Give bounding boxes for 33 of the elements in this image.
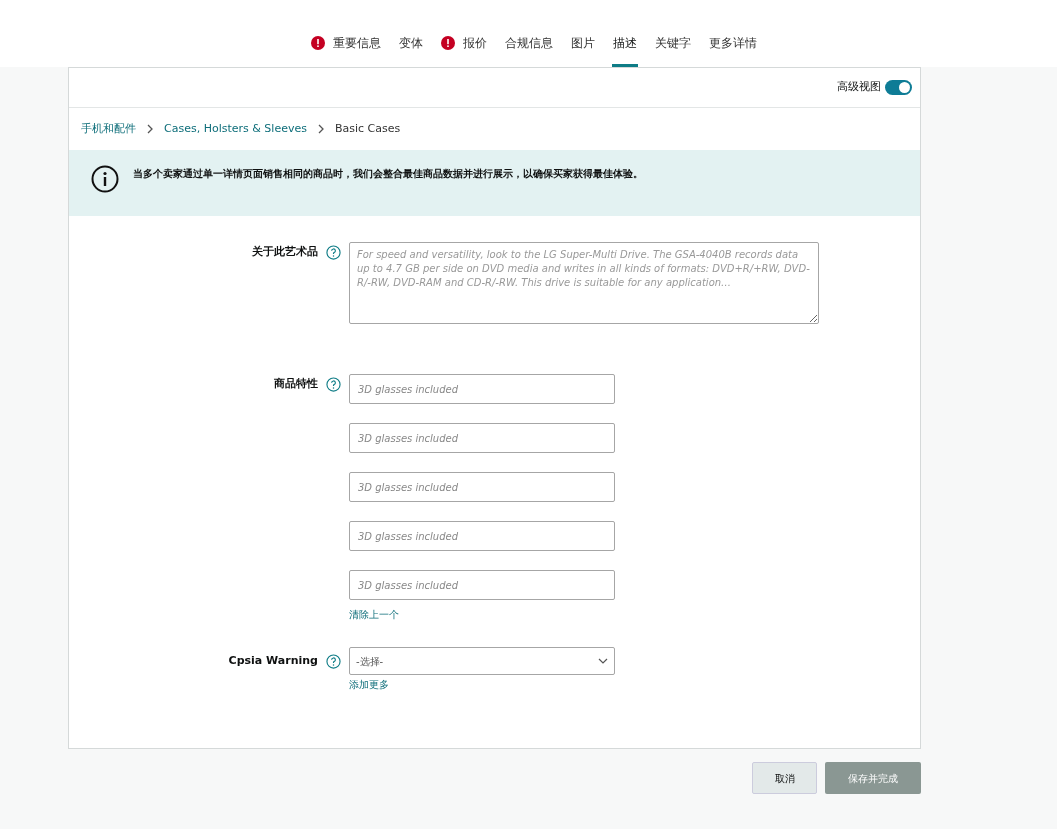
field-label: 商品特性 xyxy=(274,375,318,392)
field-label: 关于此艺术品 xyxy=(252,243,318,260)
tab[interactable]: 图片 xyxy=(569,21,596,67)
breadcrumb-link[interactable]: 手机和配件 xyxy=(81,120,136,138)
add-more-link[interactable]: 添加更多 xyxy=(349,677,389,692)
feature-input[interactable]: 3D glasses included xyxy=(349,374,615,404)
info-icon xyxy=(91,165,119,193)
breadcrumb-link[interactable]: Cases, Holsters & Sleeves xyxy=(164,120,307,138)
feature-input[interactable]: 3D glasses included xyxy=(349,472,615,502)
tab[interactable]: 变体 xyxy=(397,21,424,67)
tab[interactable]: 合规信息 xyxy=(503,21,554,67)
chevron-right-icon xyxy=(316,124,325,134)
breadcrumb-current: Basic Cases xyxy=(334,120,401,137)
cancel-button[interactable]: 取消 xyxy=(752,762,817,794)
feature-input[interactable]: 3D glasses included xyxy=(349,521,615,551)
help-icon[interactable] xyxy=(326,653,341,669)
feature-input[interactable]: 3D glasses included xyxy=(349,570,615,600)
select-dropdown[interactable]: -选择- xyxy=(349,647,615,675)
tab[interactable]: 重要信息 xyxy=(309,21,382,67)
chevron-right-icon xyxy=(146,124,154,134)
tab[interactable]: 报价 xyxy=(439,21,488,67)
tab[interactable]: 关键字 xyxy=(653,21,692,67)
help-icon[interactable] xyxy=(326,244,341,260)
feature-input[interactable]: 3D glasses included xyxy=(349,423,615,453)
remove-last-link[interactable]: 清除上一个 xyxy=(349,607,399,622)
description-textarea[interactable]: For speed and versatility, look to the LG Super-Multi Drive. The GSA-4040B records data up to 4.7 GB per side on DVD media and writes in all kinds of formats: DVD+R/+RW, DVD-R/-RW, DVD-RAM and CD-R/-RW. This drive is suitable for any application… xyxy=(349,242,819,324)
advanced-view-label: 高级视图 xyxy=(837,79,881,96)
info-message: 当多个卖家通过单一详情页面销售相同的商品时，我们会整合最佳商品数据并进行展示，以确保买家获得最佳体验。 xyxy=(133,167,643,181)
tab[interactable]: 更多详情 xyxy=(707,21,758,67)
field-label: Cpsia Warning xyxy=(228,652,318,669)
chevron-down-icon xyxy=(598,658,608,664)
help-icon[interactable] xyxy=(326,376,341,392)
toggle-switch[interactable] xyxy=(885,80,912,95)
